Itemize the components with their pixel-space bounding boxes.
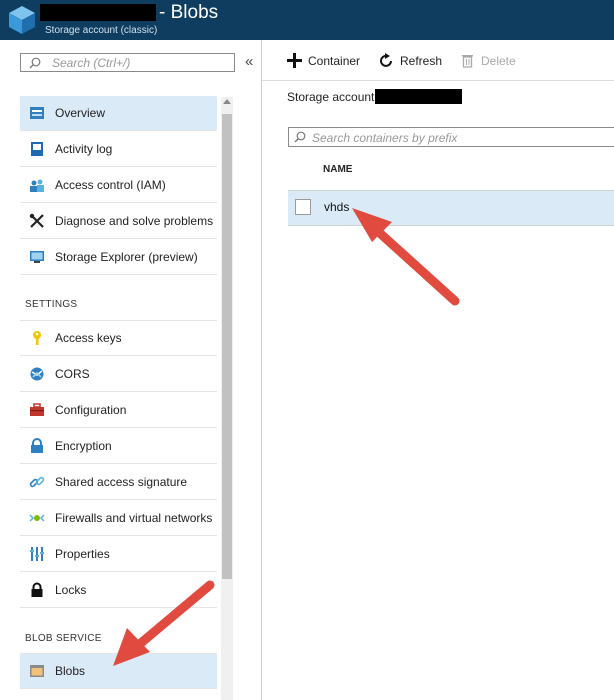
menu-item-properties[interactable]: Properties	[20, 537, 217, 572]
storage-account-label: Storage account:	[287, 90, 378, 104]
menu-item-access-control[interactable]: Access control (IAM)	[20, 168, 217, 203]
menu-scrollbar[interactable]	[221, 97, 233, 700]
blobs-icon	[30, 665, 44, 677]
menu-item-label: Properties	[55, 547, 110, 561]
resource-menu: Search (Ctrl+/) « Overview Activity log …	[0, 40, 262, 700]
overview-icon	[30, 107, 44, 119]
redacted-storage-account-value	[375, 89, 462, 104]
scrollbar-thumb[interactable]	[222, 114, 232, 579]
storage-explorer-icon	[30, 251, 44, 263]
blade-header: - Blobs Storage account (classic)	[0, 0, 614, 40]
delete-label: Delete	[481, 54, 516, 68]
settings-section-header: SETTINGS	[25, 299, 78, 310]
configuration-icon	[30, 403, 44, 416]
redacted-account-name	[40, 4, 156, 21]
menu-item-locks[interactable]: Locks	[20, 573, 217, 608]
table-row[interactable]: vhds	[288, 190, 614, 226]
menu-item-firewalls[interactable]: Firewalls and virtual networks	[20, 501, 217, 536]
menu-item-label: Access control (IAM)	[55, 178, 166, 192]
link-icon	[29, 476, 45, 488]
add-container-label: Container	[308, 54, 361, 68]
plus-icon	[287, 53, 302, 68]
menu-item-shared-access-signature[interactable]: Shared access signature	[20, 465, 217, 500]
menu-item-access-keys[interactable]: Access keys	[20, 321, 217, 356]
collapse-menu-button[interactable]: «	[245, 53, 253, 70]
name-column-header[interactable]: NAME	[323, 164, 352, 175]
menu-item-label: Configuration	[55, 403, 127, 417]
activity-log-icon	[31, 142, 43, 156]
menu-item-overview[interactable]: Overview	[20, 96, 217, 131]
container-search-input[interactable]: Search containers by prefix	[288, 127, 614, 147]
menu-item-diagnose[interactable]: Diagnose and solve problems	[20, 204, 217, 239]
trash-icon	[462, 55, 473, 68]
firewall-icon	[29, 514, 45, 522]
blobs-content-pane: Container Refresh Delete Storage account…	[262, 40, 614, 700]
page-title: - Blobs	[159, 2, 219, 23]
menu-item-label: Storage Explorer (preview)	[55, 250, 198, 264]
access-control-icon	[30, 179, 44, 192]
menu-item-encryption[interactable]: Encryption	[20, 429, 217, 464]
menu-item-label: Firewalls and virtual networks	[55, 511, 213, 525]
search-icon	[294, 131, 306, 143]
menu-item-label: Overview	[55, 106, 106, 120]
menu-item-label: Shared access signature	[55, 475, 188, 489]
cors-icon	[30, 367, 44, 381]
scroll-up-arrow-icon[interactable]	[223, 99, 231, 104]
menu-item-label: Diagnose and solve problems	[55, 214, 214, 228]
menu-item-label: Activity log	[55, 142, 113, 156]
menu-search-placeholder: Search (Ctrl+/)	[52, 56, 131, 70]
refresh-label: Refresh	[400, 54, 443, 68]
menu-item-configuration[interactable]: Configuration	[20, 393, 217, 428]
menu-item-label: Blobs	[55, 664, 86, 678]
wrench-icon	[29, 213, 44, 228]
search-icon	[29, 57, 41, 69]
menu-item-blobs[interactable]: Blobs	[20, 654, 217, 689]
menu-item-cors[interactable]: CORS	[20, 357, 217, 392]
menu-item-label: Encryption	[55, 439, 112, 453]
menu-item-label: Locks	[55, 583, 87, 597]
properties-icon	[30, 547, 44, 561]
menu-item-activity-log[interactable]: Activity log	[20, 132, 217, 167]
menu-item-storage-explorer[interactable]: Storage Explorer (preview)	[20, 240, 217, 275]
container-name[interactable]: vhds	[324, 200, 349, 214]
blob-service-section-header: BLOB SERVICE	[25, 633, 102, 644]
menu-item-label: Access keys	[55, 331, 122, 345]
menu-search-input[interactable]: Search (Ctrl+/)	[20, 53, 235, 72]
container-search-placeholder: Search containers by prefix	[312, 131, 458, 145]
storage-account-logo-icon	[9, 6, 35, 34]
lock-icon	[31, 438, 43, 453]
page-subtitle: Storage account (classic)	[45, 25, 158, 36]
refresh-icon	[380, 53, 392, 67]
toolbar-divider	[262, 80, 614, 81]
menu-item-label: CORS	[55, 367, 90, 381]
key-icon	[33, 331, 41, 345]
row-checkbox[interactable]	[295, 199, 311, 215]
padlock-icon	[31, 582, 43, 597]
